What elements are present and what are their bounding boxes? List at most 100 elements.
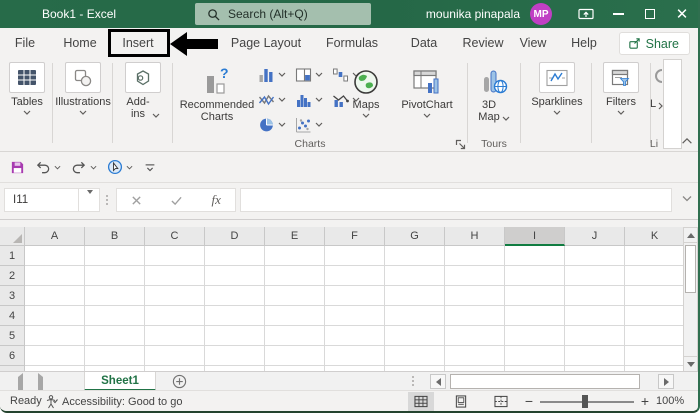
page-layout-view-button[interactable] [448,392,474,411]
ribbon-display-options-button[interactable] [570,0,602,28]
zoom-in-button[interactable]: + [638,391,652,411]
row-header-3[interactable]: 3 [0,286,25,306]
tab-insert[interactable]: Insert [122,28,153,59]
row-header-6[interactable]: 6 [0,346,25,366]
formula-bar-splitter[interactable] [106,195,108,205]
zoom-slider-thumb[interactable] [582,395,588,408]
column-header-f[interactable]: F [325,227,385,246]
share-button[interactable]: Share [618,32,690,55]
column-header-c[interactable]: C [145,227,205,246]
3d-map-label: 3D Map [478,99,500,123]
horizontal-splitter[interactable] [412,376,414,386]
row-header-5[interactable]: 5 [0,326,25,346]
tab-home[interactable]: Home [63,28,96,59]
page-layout-icon [455,395,467,408]
collapse-ribbon-button[interactable] [680,135,694,147]
normal-view-button[interactable] [408,392,434,411]
ribbon-tab-bar: File Home Insert Page Layout Formulas Da… [0,28,698,59]
spreadsheet-cells[interactable] [25,246,683,372]
tab-file[interactable]: File [15,28,35,59]
enter-check-icon[interactable] [170,195,183,206]
scroll-left-button[interactable] [430,374,446,389]
sparklines-label: Sparklines [531,96,583,108]
new-sheet-button[interactable] [172,374,187,389]
redo-button[interactable] [69,158,99,177]
3d-map-button[interactable]: 3D Map [470,62,518,123]
close-button[interactable]: ✕ [666,0,698,28]
close-icon: ✕ [675,5,689,23]
pivotchart-button[interactable]: PivotChart [388,62,466,118]
undo-button[interactable] [33,158,63,177]
insert-function-button[interactable]: fx [212,192,221,208]
column-header-e[interactable]: E [265,227,325,246]
column-header-b[interactable]: B [85,227,145,246]
sheet-tab-sheet1[interactable]: Sheet1 [84,372,156,391]
column-header-g[interactable]: G [385,227,445,246]
row-header-2[interactable]: 2 [0,266,25,286]
tab-formulas[interactable]: Formulas [326,28,378,59]
row-header-1[interactable]: 1 [0,246,25,266]
horizontal-scrollbar-thumb[interactable] [450,374,640,389]
column-header-d[interactable]: D [205,227,265,246]
column-header-j[interactable]: J [565,227,625,246]
link-button-partial[interactable]: L [650,62,664,110]
chevron-down-icon [315,97,323,102]
zoom-out-button[interactable]: − [522,391,536,411]
recommended-charts-button[interactable]: ? Recommended Charts [177,62,257,123]
accessibility-person-icon [46,394,58,408]
column-header-h[interactable]: H [445,227,505,246]
minimize-button[interactable] [602,0,634,28]
customize-quick-access-toolbar-button[interactable] [141,159,159,176]
insert-line-chart-button[interactable] [258,88,292,111]
vertical-scrollbar[interactable] [683,227,698,372]
add-ins-button[interactable]: Add- ins [116,62,170,120]
row-header-4[interactable]: 4 [0,306,25,326]
formula-input[interactable] [240,188,672,212]
avatar[interactable]: MP [530,3,552,25]
save-button[interactable] [8,158,27,177]
name-box[interactable]: I11 [4,188,100,212]
window-title: Book1 - Excel [42,7,117,21]
tab-view[interactable]: View [520,28,547,59]
cancel-icon[interactable] [131,195,142,206]
tables-button[interactable]: Tables [3,62,51,115]
scroll-down-button[interactable] [684,356,697,371]
chevron-down-icon [682,196,692,202]
insert-statistic-chart-button[interactable] [295,88,329,111]
page-break-preview-button[interactable] [488,392,514,411]
tab-page-layout[interactable]: Page Layout [231,28,301,59]
name-box-dropdown[interactable] [78,188,93,212]
expand-formula-bar-button[interactable] [682,195,692,202]
insert-pie-chart-button[interactable] [258,113,292,136]
insert-hierarchy-chart-button[interactable] [295,63,329,86]
vertical-scrollbar-thumb[interactable] [685,245,696,293]
column-header-a[interactable]: A [25,227,85,246]
sparklines-button[interactable]: Sparklines [524,62,590,115]
chevron-down-icon [278,72,286,77]
zoom-level[interactable]: 100% [656,391,684,411]
search-box[interactable]: Search (Alt+Q) [195,3,371,25]
insert-column-chart-button[interactable] [258,63,292,86]
scroll-up-button[interactable] [684,228,697,243]
titlebar-right: mounika pinapala MP ✕ [426,0,698,28]
column-header-k[interactable]: K [625,227,685,246]
search-icon [208,8,220,21]
accessibility-status[interactable]: Accessibility: Good to go [46,391,182,411]
tab-review[interactable]: Review [463,28,504,59]
row-header-column: 1 2 3 4 5 6 [0,246,25,372]
tab-help[interactable]: Help [571,28,597,59]
select-all-button[interactable] [0,227,25,246]
3d-map-icon [484,70,508,94]
charts-dialog-launcher[interactable] [455,139,466,150]
formula-bar: I11 fx [0,183,698,219]
illustrations-button[interactable]: Illustrations [55,62,111,115]
scroll-right-button[interactable] [658,374,674,389]
column-header-i-selected[interactable]: I [505,227,565,246]
maximize-button[interactable] [634,0,666,28]
tab-data[interactable]: Data [411,28,437,59]
maps-button[interactable]: Maps [344,62,388,118]
insert-scatter-chart-button[interactable] [295,113,329,136]
account-name[interactable]: mounika pinapala [426,7,520,21]
touch-mouse-mode-button[interactable] [105,157,135,177]
filters-button[interactable]: Filters [596,62,646,115]
